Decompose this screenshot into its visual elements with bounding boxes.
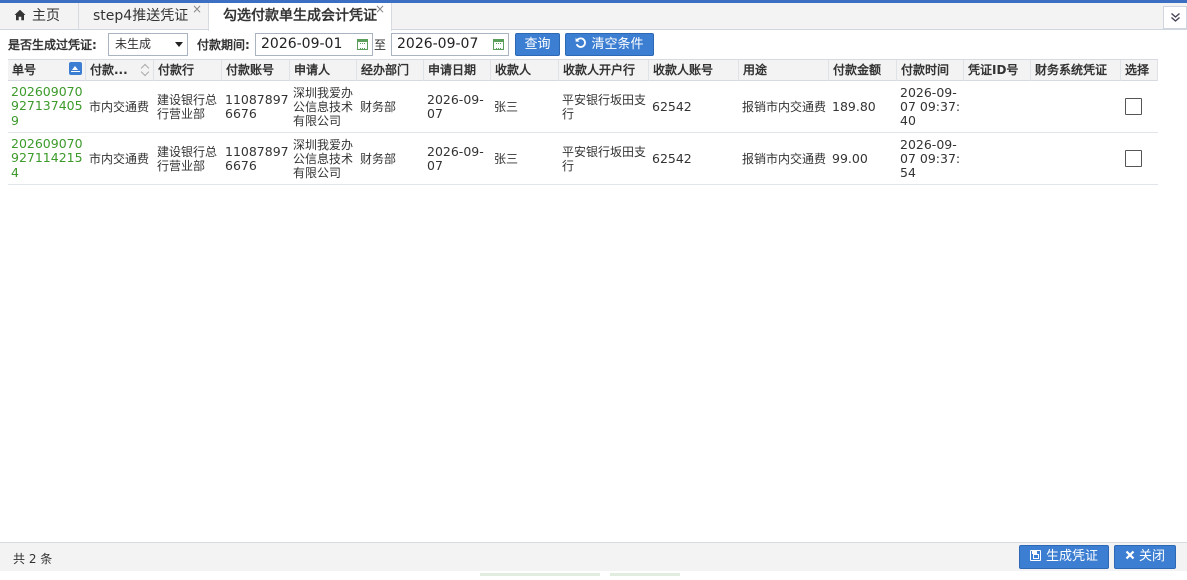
column-header-fin-voucher[interactable]: 财务系统凭证 xyxy=(1031,60,1121,81)
cell-apply-date: 2026-09-07 xyxy=(427,143,484,173)
cell-pay-account: 110878976676 xyxy=(225,91,289,121)
date-from-input[interactable]: 2026-09-01 xyxy=(255,33,373,56)
home-icon xyxy=(14,9,26,21)
column-header-dept[interactable]: 经办部门 xyxy=(357,60,424,81)
double-chevron-down-icon xyxy=(1170,12,1180,22)
close-icon[interactable]: × xyxy=(192,0,202,23)
cell-apply-date: 2026-09-07 xyxy=(427,91,484,121)
tab-select-payment-generate-voucher[interactable]: 勾选付款单生成会计凭证 × xyxy=(208,0,392,31)
date-to-input[interactable]: 2026-09-07 xyxy=(391,33,509,56)
filter-toolbar: 是否生成过凭证: 未生成 付款期间: 2026-09-01 至 2026-09-… xyxy=(0,31,1187,58)
refresh-icon xyxy=(576,37,587,48)
cell-payee-account: 62542 xyxy=(652,98,692,114)
table-header: 单号 付款... 付款行 付款账号 申请人 经办部门 申请日期 收款人 收款人开… xyxy=(8,59,1158,81)
cell-pay-account: 110878976676 xyxy=(225,143,289,173)
clear-button-label: 清空条件 xyxy=(591,37,644,52)
column-header-purpose[interactable]: 用途 xyxy=(739,60,829,81)
generated-select[interactable]: 未生成 xyxy=(108,33,188,56)
cell-pay-time: 2026-09-07 09:37:40 xyxy=(900,84,961,128)
column-header-payee-bank[interactable]: 收款人开户行 xyxy=(559,60,649,81)
tab-strip: 主页 step4推送凭证 × 勾选付款单生成会计凭证 × xyxy=(0,0,1187,31)
generate-voucher-label: 生成凭证 xyxy=(1045,549,1098,564)
cell-purpose: 报销市内交通费 xyxy=(742,99,827,114)
column-header-payee-account[interactable]: 收款人账号 xyxy=(649,60,739,81)
close-button-label: 关闭 xyxy=(1138,549,1165,564)
column-header-select[interactable]: 选择 xyxy=(1121,60,1158,81)
clear-conditions-button[interactable]: 清空条件 xyxy=(565,33,654,56)
save-icon xyxy=(1029,550,1041,561)
sort-ascending-icon[interactable] xyxy=(69,62,82,75)
cell-voucher-id xyxy=(964,81,1031,132)
close-button[interactable]: 关闭 xyxy=(1114,545,1176,569)
cell-amount: 189.80 xyxy=(832,98,876,114)
generated-select-value: 未生成 xyxy=(115,37,152,51)
cell-pay-time: 2026-09-07 09:37:54 xyxy=(900,136,961,180)
tab-home-label: 主页 xyxy=(32,8,60,24)
cell-payee-bank: 平安银行坂田支行 xyxy=(562,92,647,121)
chevron-down-icon xyxy=(175,42,183,47)
table-row[interactable]: 2026090709271374059 市内交通费 建设银行总行营业部 1108… xyxy=(8,81,1158,133)
cell-dept: 财务部 xyxy=(360,151,397,166)
column-header-voucher-id[interactable]: 凭证ID号 xyxy=(964,60,1031,81)
cell-applicant: 深圳我爱办公信息技术有限公司 xyxy=(293,137,354,180)
cell-payee: 张三 xyxy=(494,99,519,114)
cell-pay-bank: 建设银行总行营业部 xyxy=(157,92,218,121)
cell-dept: 财务部 xyxy=(360,99,397,114)
column-header-pay-time[interactable]: 付款时间 xyxy=(897,60,964,81)
cell-amount: 99.00 xyxy=(832,150,868,166)
query-button-label: 查询 xyxy=(524,37,551,52)
tab-step4-push-voucher[interactable]: step4推送凭证 × xyxy=(78,0,208,30)
column-header-amount[interactable]: 付款金额 xyxy=(829,60,897,81)
cell-fin-voucher xyxy=(1031,81,1121,132)
sort-icon[interactable] xyxy=(141,63,149,77)
date-range-separator: 至 xyxy=(374,38,387,52)
cell-payee: 张三 xyxy=(494,151,519,166)
cell-purpose: 报销市内交通费 xyxy=(742,151,827,166)
close-icon[interactable]: × xyxy=(375,0,385,23)
generated-filter-label: 是否生成过凭证: xyxy=(8,38,97,52)
cell-applicant: 深圳我爱办公信息技术有限公司 xyxy=(293,85,354,128)
column-header-pay-bank[interactable]: 付款行 xyxy=(154,60,222,81)
page-bottom-edge xyxy=(0,573,1187,580)
column-header-pay-account[interactable]: 付款账号 xyxy=(222,60,290,81)
grid-footer: 共 2 条 生成凭证 关闭 xyxy=(0,542,1187,571)
date-to-value: 2026-09-07 xyxy=(397,36,479,52)
cell-voucher-id xyxy=(964,133,1031,184)
tab-step4-label: step4推送凭证 xyxy=(93,8,189,24)
table-row[interactable]: 2026090709271142154 市内交通费 建设银行总行营业部 1108… xyxy=(8,133,1158,185)
column-header-apply-date[interactable]: 申请日期 xyxy=(424,60,491,81)
record-count: 共 2 条 xyxy=(13,552,53,566)
column-header-pay-type[interactable]: 付款... xyxy=(86,60,154,81)
tab-active-label: 勾选付款单生成会计凭证 xyxy=(223,8,377,24)
period-label: 付款期间: xyxy=(197,38,250,52)
calendar-icon[interactable] xyxy=(357,39,368,50)
cell-payee-bank: 平安银行坂田支行 xyxy=(562,144,647,173)
column-header-payee[interactable]: 收款人 xyxy=(491,60,559,81)
column-header-no[interactable]: 单号 xyxy=(8,60,86,81)
row-select-checkbox[interactable] xyxy=(1125,98,1142,115)
generate-voucher-button[interactable]: 生成凭证 xyxy=(1019,545,1109,569)
close-icon xyxy=(1125,550,1135,560)
tab-overflow-button[interactable] xyxy=(1163,6,1187,29)
cell-pay-bank: 建设银行总行营业部 xyxy=(157,144,218,173)
cell-fin-voucher xyxy=(1031,133,1121,184)
calendar-icon[interactable] xyxy=(493,39,504,50)
cell-no[interactable]: 2026090709271374059 xyxy=(8,81,84,132)
tab-home[interactable]: 主页 xyxy=(0,3,78,30)
cell-pay-type: 市内交通费 xyxy=(89,151,150,166)
cell-no[interactable]: 2026090709271142154 xyxy=(8,133,84,184)
date-from-value: 2026-09-01 xyxy=(261,36,343,52)
cell-pay-type: 市内交通费 xyxy=(89,99,150,114)
column-header-applicant[interactable]: 申请人 xyxy=(290,60,357,81)
row-select-checkbox[interactable] xyxy=(1125,150,1142,167)
query-button[interactable]: 查询 xyxy=(515,33,560,56)
cell-payee-account: 62542 xyxy=(652,150,692,166)
